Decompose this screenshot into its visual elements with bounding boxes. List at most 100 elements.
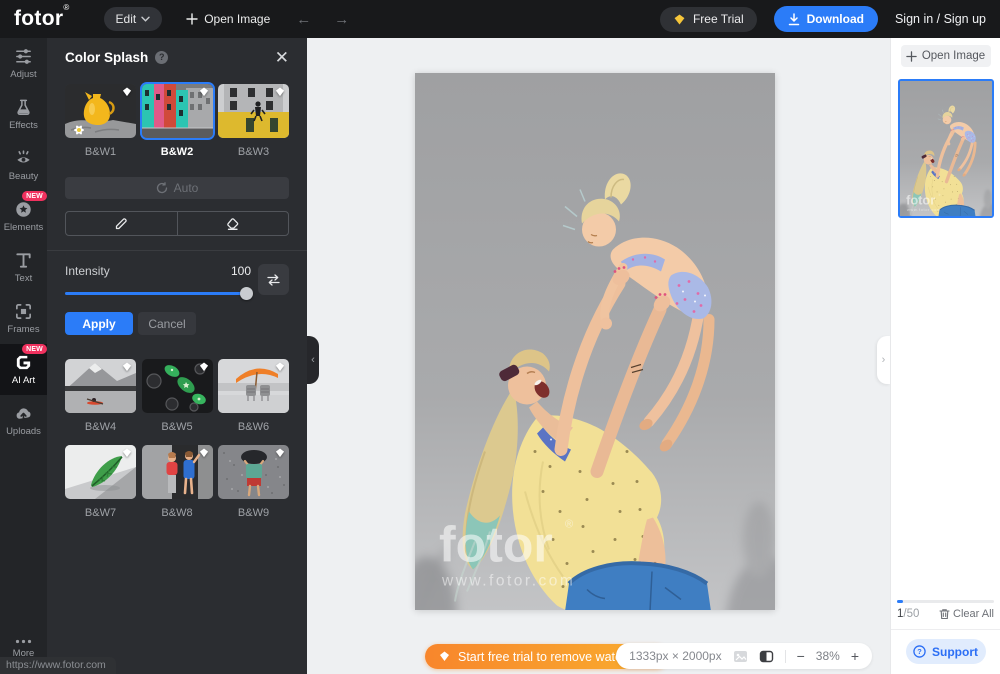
history-counter-total: /50 bbox=[903, 608, 919, 620]
clear-all-label: Clear All bbox=[953, 608, 994, 620]
preset-label: B&W1 bbox=[85, 146, 116, 158]
history-thumbnail-image bbox=[900, 81, 992, 216]
intensity-slider-thumb[interactable] bbox=[240, 287, 253, 300]
image-history-sidebar: Open Image 1/50 Clear All ? Support bbox=[890, 38, 1000, 674]
close-icon[interactable]: ✕ bbox=[275, 49, 289, 66]
fotor-logo[interactable]: fotor® bbox=[14, 7, 70, 31]
compare-swap-button[interactable] bbox=[258, 264, 289, 295]
preset-grid-top: B&W1 B&W2 B&W3 bbox=[65, 84, 289, 170]
preset-grid-bottom: B&W4 B&W5 B&W6 B&W7 bbox=[65, 359, 289, 531]
preset-bw8[interactable]: B&W8 bbox=[142, 445, 213, 519]
preset-bw3[interactable]: B&W3 bbox=[218, 84, 289, 158]
question-circle-icon: ? bbox=[913, 645, 926, 658]
sidebar-item-label: Beauty bbox=[9, 171, 39, 182]
sidebar-item-label: AI Art bbox=[12, 375, 35, 386]
gem-icon bbox=[199, 362, 209, 372]
tool-sidebar: Adjust Effects Beauty NEW Elements Text … bbox=[0, 38, 47, 674]
sidebar-item-ai-art[interactable]: NEW AI Art bbox=[0, 344, 47, 395]
new-badge: NEW bbox=[22, 191, 47, 201]
zoom-in-button[interactable]: + bbox=[851, 649, 859, 663]
preset-bw5[interactable]: B&W5 bbox=[142, 359, 213, 433]
editor-canvas[interactable]: ‹ › Start free trial to remove watermark… bbox=[307, 38, 890, 674]
goart-icon bbox=[14, 353, 33, 372]
preset-bw2[interactable]: B&W2 bbox=[142, 84, 213, 158]
intensity-slider[interactable] bbox=[65, 292, 251, 295]
more-dots-icon bbox=[14, 638, 33, 645]
clear-all-button[interactable]: Clear All bbox=[939, 608, 994, 620]
preset-bw1[interactable]: B&W1 bbox=[65, 84, 136, 158]
sidebar-item-frames[interactable]: Frames bbox=[0, 293, 47, 344]
sidebar-item-label: Frames bbox=[7, 324, 39, 335]
download-label: Download bbox=[807, 12, 864, 26]
sidebar-item-beauty[interactable]: Beauty bbox=[0, 140, 47, 191]
preset-bw7[interactable]: B&W7 bbox=[65, 445, 136, 519]
gem-icon bbox=[199, 87, 209, 97]
edit-menu-button[interactable]: Edit bbox=[104, 7, 163, 31]
top-bar: fotor® Edit Open Image ← → Free Trial Do… bbox=[0, 0, 1000, 38]
preset-label: B&W7 bbox=[85, 507, 116, 519]
link-preview-statusbar: https://www.fotor.com bbox=[0, 657, 116, 674]
undo-arrow-icon[interactable]: ← bbox=[296, 12, 311, 27]
sidebar-item-text[interactable]: Text bbox=[0, 242, 47, 293]
brush-eraser-toolbar bbox=[65, 211, 289, 236]
edit-menu-label: Edit bbox=[116, 12, 137, 26]
sidebar-item-elements[interactable]: NEW Elements bbox=[0, 191, 47, 242]
brush-tool-button[interactable] bbox=[66, 212, 177, 235]
eraser-tool-button[interactable] bbox=[177, 212, 289, 235]
apply-button[interactable]: Apply bbox=[65, 312, 133, 335]
upload-cloud-icon bbox=[14, 404, 33, 423]
history-counter: 1/50 bbox=[897, 608, 919, 620]
gem-icon bbox=[122, 362, 132, 372]
help-icon[interactable]: ? bbox=[155, 51, 168, 64]
intensity-value: 100 bbox=[231, 264, 251, 278]
auto-button[interactable]: Auto bbox=[65, 177, 289, 199]
sign-in-link[interactable]: Sign in / Sign up bbox=[895, 12, 986, 26]
sidebar-item-label: Text bbox=[15, 273, 32, 284]
image-dimensions: 1333px × 2000px bbox=[629, 649, 721, 663]
image-preview-icon[interactable] bbox=[733, 650, 748, 663]
color-splash-panel: Color Splash ? ✕ B&W1 B&W2 B&W3 bbox=[47, 38, 307, 674]
preset-bw4[interactable]: B&W4 bbox=[65, 359, 136, 433]
preset-label: B&W9 bbox=[238, 507, 269, 519]
open-image-button[interactable]: Open Image bbox=[186, 12, 270, 26]
sidebar-item-label: Elements bbox=[4, 222, 44, 233]
sidebar-item-label: Effects bbox=[9, 120, 38, 131]
logo-registered-mark: ® bbox=[63, 3, 69, 12]
redo-arrow-icon[interactable]: → bbox=[334, 12, 349, 27]
zoom-level: 38% bbox=[816, 649, 840, 663]
frame-icon bbox=[14, 302, 33, 321]
preset-bw6[interactable]: B&W6 bbox=[218, 359, 289, 433]
history-thumbnail-selected[interactable] bbox=[898, 79, 994, 218]
collapse-panel-tab[interactable]: ‹ bbox=[307, 336, 319, 384]
gem-icon bbox=[673, 14, 686, 25]
zoom-out-button[interactable]: − bbox=[797, 649, 805, 663]
swap-arrows-icon bbox=[266, 274, 281, 286]
gem-icon bbox=[275, 87, 285, 97]
support-button[interactable]: ? Support bbox=[906, 639, 986, 664]
history-quota-progress bbox=[897, 600, 994, 603]
cancel-button[interactable]: Cancel bbox=[138, 312, 196, 335]
intensity-label: Intensity bbox=[65, 264, 110, 278]
sidebar-item-effects[interactable]: Effects bbox=[0, 89, 47, 140]
gem-icon bbox=[122, 448, 132, 458]
free-trial-button[interactable]: Free Trial bbox=[660, 7, 757, 32]
canvas-zoom-toolbar: 1333px × 2000px − 38% + bbox=[616, 643, 872, 669]
logo-text: fotor bbox=[14, 7, 63, 30]
preset-label: B&W2 bbox=[161, 146, 193, 158]
svg-text:?: ? bbox=[917, 647, 922, 656]
plus-icon bbox=[906, 51, 917, 62]
download-button[interactable]: Download bbox=[774, 6, 878, 32]
text-icon bbox=[14, 251, 33, 270]
gem-icon bbox=[199, 448, 209, 458]
sidebar-item-adjust[interactable]: Adjust bbox=[0, 38, 47, 89]
photo-image bbox=[415, 73, 775, 610]
open-image-side-button[interactable]: Open Image bbox=[901, 45, 991, 67]
expand-history-tab[interactable]: › bbox=[877, 336, 890, 384]
sidebar-item-uploads[interactable]: Uploads bbox=[0, 395, 47, 446]
canvas-photo[interactable] bbox=[415, 73, 775, 610]
compare-before-after-icon[interactable] bbox=[759, 650, 774, 663]
preset-bw9[interactable]: B&W9 bbox=[218, 445, 289, 519]
open-image-side-label: Open Image bbox=[922, 50, 985, 62]
gem-icon bbox=[122, 87, 132, 97]
gem-icon bbox=[439, 651, 450, 662]
